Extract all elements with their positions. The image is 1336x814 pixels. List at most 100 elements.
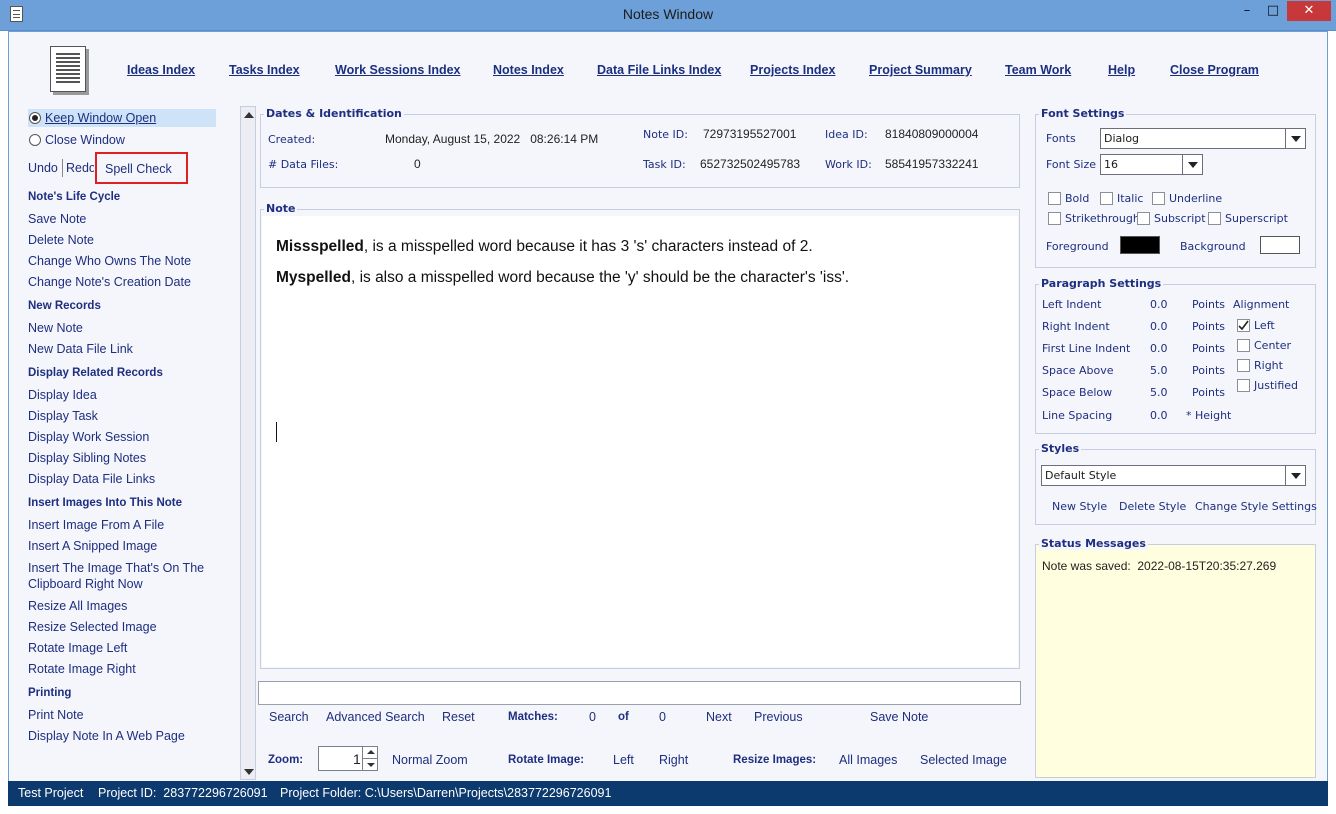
note-line-1-text: , is a misspelled word because it has 3 … (363, 238, 813, 255)
foreground-color-swatch[interactable] (1120, 236, 1160, 254)
sidebar-item-new-data-file-link[interactable]: New Data File Link (28, 342, 133, 356)
normal-zoom-button[interactable]: Normal Zoom (392, 753, 468, 767)
paragraph-setting-value[interactable]: 0.0 (1150, 342, 1168, 355)
sidebar-item-insert-image-from-a-file[interactable]: Insert Image From A File (28, 518, 164, 532)
sidebar-item-display-sibling-notes[interactable]: Display Sibling Notes (28, 451, 146, 465)
nav-close-program[interactable]: Close Program (1170, 63, 1259, 77)
paragraph-setting-value[interactable]: 0.0 (1150, 298, 1168, 311)
sidebar-item-change-who-owns-the-note[interactable]: Change Who Owns The Note (28, 254, 191, 268)
nav-ideas-index[interactable]: Ideas Index (127, 63, 195, 77)
italic-checkbox[interactable] (1100, 192, 1113, 205)
resize-selected-image-button[interactable]: Selected Image (920, 753, 1007, 767)
align-left-checkbox[interactable] (1237, 319, 1250, 332)
sidebar-item-display-task[interactable]: Display Task (28, 409, 98, 423)
chevron-down-icon[interactable] (1285, 466, 1305, 485)
advanced-search-button[interactable]: Advanced Search (326, 710, 425, 724)
paragraph-setting-value[interactable]: 5.0 (1150, 386, 1168, 399)
italic-label: Italic (1117, 192, 1144, 205)
sidebar-item-new-note[interactable]: New Note (28, 321, 83, 335)
align-center-label: Center (1254, 339, 1292, 352)
align-justified-checkbox[interactable] (1237, 379, 1250, 392)
rotate-right-button[interactable]: Right (659, 753, 688, 767)
nav-help[interactable]: Help (1108, 63, 1135, 77)
resize-all-images-button[interactable]: All Images (839, 753, 897, 767)
save-note-button[interactable]: Save Note (870, 710, 928, 724)
search-input[interactable] (258, 681, 1021, 705)
previous-button[interactable]: Previous (754, 710, 803, 724)
paragraph-setting-label: Left Indent (1042, 298, 1102, 311)
nav-project-summary[interactable]: Project Summary (869, 63, 972, 77)
reset-button[interactable]: Reset (442, 710, 475, 724)
sidebar-item-rotate-image-right[interactable]: Rotate Image Right (28, 662, 136, 676)
sidebar-item-display-note-in-a-web-page[interactable]: Display Note In A Web Page (28, 729, 185, 743)
nav-data-file-links-index[interactable]: Data File Links Index (597, 63, 721, 77)
font-select[interactable]: Dialog (1100, 128, 1306, 149)
strikethrough-checkbox[interactable] (1048, 212, 1061, 225)
chevron-down-icon[interactable] (1182, 155, 1202, 174)
zoom-spinner[interactable]: 1 (318, 746, 378, 771)
next-button[interactable]: Next (706, 710, 732, 724)
sidebar-item-change-note-s-creation-date[interactable]: Change Note's Creation Date (28, 275, 191, 289)
sidebar-item-clipboard-right-now[interactable]: Clipboard Right Now (28, 577, 143, 591)
delete-style-button[interactable]: Delete Style (1119, 500, 1186, 513)
search-button[interactable]: Search (269, 710, 309, 724)
background-color-swatch[interactable] (1260, 236, 1300, 254)
redo-button[interactable]: Redo (66, 161, 94, 175)
zoom-up-arrow[interactable] (362, 747, 378, 759)
sidebar-item-display-data-file-links[interactable]: Display Data File Links (28, 472, 155, 486)
status-messages-group (1035, 544, 1316, 778)
bold-checkbox[interactable] (1048, 192, 1061, 205)
nav-work-sessions-index[interactable]: Work Sessions Index (335, 63, 461, 77)
created-label: Created: (268, 133, 316, 146)
maximize-button[interactable]: □ (1260, 1, 1286, 23)
nav-notes-index[interactable]: Notes Index (493, 63, 564, 77)
keep-open-radio[interactable] (29, 112, 41, 124)
subscript-checkbox[interactable] (1137, 212, 1150, 225)
sidebar-item-display-idea[interactable]: Display Idea (28, 388, 97, 402)
paragraph-setting-value[interactable]: 5.0 (1150, 364, 1168, 377)
rotate-left-button[interactable]: Left (613, 753, 634, 767)
sidebar-item-print-note[interactable]: Print Note (28, 708, 84, 722)
keep-window-open-option[interactable]: Keep Window Open (28, 109, 216, 127)
fonts-label: Fonts (1046, 132, 1076, 145)
chevron-down-icon[interactable] (1285, 129, 1305, 148)
sidebar-item-insert-the-image-that-s-on-the[interactable]: Insert The Image That's On The (28, 561, 204, 575)
sidebar-item-resize-selected-image[interactable]: Resize Selected Image (28, 620, 157, 634)
new-style-button[interactable]: New Style (1052, 500, 1107, 513)
paragraph-setting-value[interactable]: 0.0 (1150, 409, 1168, 422)
sidebar-item-display-work-session[interactable]: Display Work Session (28, 430, 149, 444)
zoom-down-arrow[interactable] (362, 759, 378, 771)
sidebar-item-rotate-image-left[interactable]: Rotate Image Left (28, 641, 127, 655)
close-window-radio[interactable] (29, 134, 41, 146)
close-window-button[interactable]: ✕ (1287, 1, 1331, 21)
nav-tasks-index[interactable]: Tasks Index (229, 63, 300, 77)
minimize-button[interactable]: – (1234, 1, 1260, 23)
nav-projects-index[interactable]: Projects Index (750, 63, 835, 77)
align-center-checkbox[interactable] (1237, 339, 1250, 352)
paragraph-setting-label: First Line Indent (1042, 342, 1131, 355)
font-settings-title: Font Settings (1039, 107, 1127, 120)
underline-label: Underline (1169, 192, 1223, 205)
spell-check-button[interactable]: Spell Check (95, 152, 188, 184)
nav-team-work[interactable]: Team Work (1005, 63, 1071, 77)
font-size-select[interactable]: 16 (1100, 154, 1203, 175)
style-select[interactable]: Default Style (1041, 465, 1306, 486)
superscript-checkbox[interactable] (1208, 212, 1221, 225)
paragraph-setting-value[interactable]: 0.0 (1150, 320, 1168, 333)
sidebar-item-delete-note[interactable]: Delete Note (28, 233, 94, 247)
undo-button[interactable]: Undo (28, 161, 58, 175)
sidebar-item-save-note[interactable]: Save Note (28, 212, 86, 226)
data-files-label: # Data Files: (268, 158, 339, 171)
vertical-scrollbar[interactable] (240, 106, 256, 780)
sidebar-item-insert-a-snipped-image[interactable]: Insert A Snipped Image (28, 539, 157, 553)
underline-checkbox[interactable] (1152, 192, 1165, 205)
change-style-settings-button[interactable]: Change Style Settings (1195, 500, 1317, 513)
scroll-down-arrow[interactable] (244, 769, 254, 775)
align-right-checkbox[interactable] (1237, 359, 1250, 372)
zoom-value[interactable]: 1 (353, 751, 361, 767)
scroll-up-arrow[interactable] (244, 112, 254, 118)
close-window-option[interactable]: Close Window (28, 131, 216, 149)
dates-identification-title: Dates & Identification (264, 107, 404, 120)
sidebar-item-resize-all-images[interactable]: Resize All Images (28, 599, 127, 613)
note-editor[interactable]: Missspelled, is a misspelled word becaus… (262, 216, 1018, 667)
